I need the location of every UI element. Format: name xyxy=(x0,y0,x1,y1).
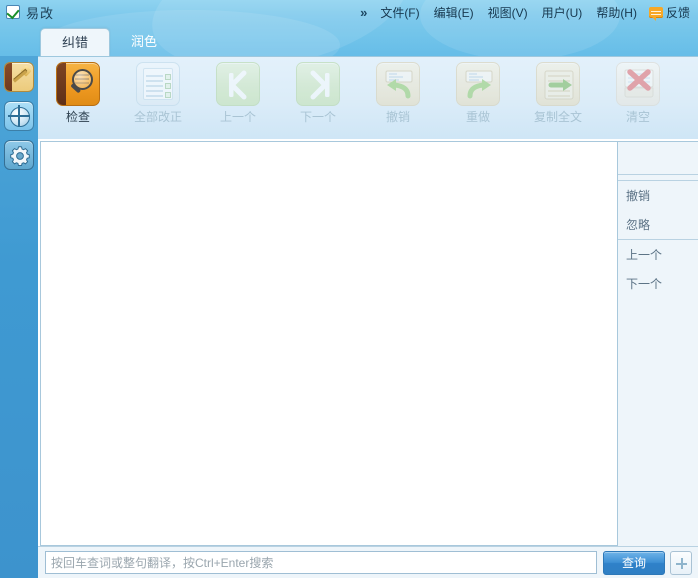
skip-previous-icon xyxy=(216,62,260,106)
toolbar-button-previous[interactable]: 上一个 xyxy=(198,62,278,124)
menu-view[interactable]: 视图(V) xyxy=(481,2,535,23)
toolbar-label-clear: 清空 xyxy=(626,110,650,124)
app-title-text: 易改 xyxy=(26,3,54,22)
toolbar-label-redo: 重做 xyxy=(466,110,490,124)
menubar: » 文件(F) 编辑(E) 视图(V) 用户(U) 帮助(H) 反馈 xyxy=(356,2,694,22)
toolbar-label-check: 检查 xyxy=(66,110,90,124)
copy-all-icon xyxy=(536,62,580,106)
toolbar-button-redo[interactable]: 重做 xyxy=(438,62,518,124)
toolbar-button-check[interactable]: 检查 xyxy=(38,62,118,124)
bottom-search-bar: 查询 xyxy=(38,546,698,578)
sidebar-item-settings[interactable] xyxy=(4,140,34,170)
target-crosshair-icon xyxy=(18,105,20,127)
toolbar-button-next[interactable]: 下一个 xyxy=(278,62,358,124)
tab-proofread[interactable]: 纠错 xyxy=(40,28,110,56)
left-sidebar xyxy=(0,56,38,578)
app-title: 易改 xyxy=(6,3,54,21)
sidebar-item-capture[interactable] xyxy=(4,101,34,131)
menu-user[interactable]: 用户(U) xyxy=(535,2,590,23)
panel-previous[interactable]: 上一个 xyxy=(618,240,698,269)
toolbar-button-copy-all[interactable]: 复制全文 xyxy=(518,62,598,124)
search-input[interactable] xyxy=(45,551,597,574)
toolbar-label-undo: 撤销 xyxy=(386,110,410,124)
suggestion-panel-header xyxy=(618,142,698,174)
main-toolbar: 检查 全部改正 上一个 xyxy=(38,56,698,139)
notebook-pencil-icon xyxy=(20,65,31,76)
tab-polish[interactable]: 润色 xyxy=(110,28,178,56)
query-button[interactable]: 查询 xyxy=(603,551,665,575)
skip-next-icon xyxy=(296,62,340,106)
checklist-icon xyxy=(136,62,180,106)
text-editor-area[interactable] xyxy=(40,141,617,546)
gear-icon xyxy=(8,144,32,168)
suggestion-panel: 撤销 忽略 上一个 下一个 xyxy=(617,141,698,546)
redo-arrow-icon xyxy=(456,62,500,106)
speech-bubble-icon xyxy=(649,7,663,18)
menu-help[interactable]: 帮助(H) xyxy=(589,2,644,23)
panel-next[interactable]: 下一个 xyxy=(618,269,698,298)
toolbar-label-correct-all: 全部改正 xyxy=(134,110,182,124)
checkbox-check-icon xyxy=(6,5,20,19)
clear-cross-icon xyxy=(616,62,660,106)
tab-bar: 纠错 润色 xyxy=(40,28,178,56)
toolbar-label-next: 下一个 xyxy=(300,110,336,124)
panel-ignore[interactable]: 忽略 xyxy=(618,210,698,239)
toolbar-label-copy-all: 复制全文 xyxy=(534,110,582,124)
menu-edit[interactable]: 编辑(E) xyxy=(427,2,481,23)
double-chevron-right-icon[interactable]: » xyxy=(356,5,373,20)
feedback-button[interactable]: 反馈 xyxy=(644,2,694,23)
undo-arrow-icon xyxy=(376,62,420,106)
plus-icon[interactable] xyxy=(670,551,692,575)
toolbar-button-undo[interactable]: 撤销 xyxy=(358,62,438,124)
panel-undo[interactable]: 撤销 xyxy=(618,181,698,210)
toolbar-button-correct-all[interactable]: 全部改正 xyxy=(118,62,198,124)
app-header: 易改 » 文件(F) 编辑(E) 视图(V) 用户(U) 帮助(H) 反馈 纠错… xyxy=(0,0,698,56)
toolbar-label-previous: 上一个 xyxy=(220,110,256,124)
toolbar-button-clear[interactable]: 清空 xyxy=(598,62,678,124)
book-magnifier-icon xyxy=(56,62,100,106)
feedback-label: 反馈 xyxy=(666,4,690,21)
menu-file[interactable]: 文件(F) xyxy=(373,2,426,23)
sidebar-item-notebook[interactable] xyxy=(4,62,34,92)
